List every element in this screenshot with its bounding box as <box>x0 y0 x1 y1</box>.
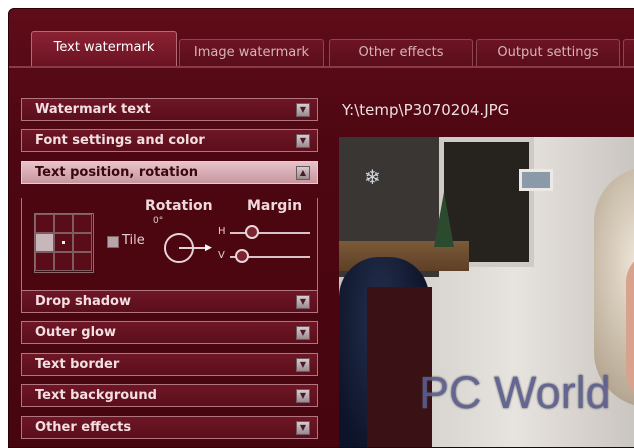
tile-label: Tile <box>122 233 145 248</box>
section-text-border[interactable]: Text border ▼ <box>21 353 318 376</box>
photo-face <box>626 252 634 402</box>
section-font-settings[interactable]: Font settings and color ▼ <box>21 129 318 152</box>
chevron-down-icon[interactable]: ▼ <box>296 389 310 403</box>
tab-output-settings[interactable]: Output settings <box>476 39 620 67</box>
margin-v-label: V <box>218 250 225 261</box>
text-position-panel: Tile Rotation 0° ▶ Margin H V <box>21 198 318 291</box>
position-top-center[interactable] <box>54 214 73 233</box>
chevron-down-icon[interactable]: ▼ <box>296 103 310 117</box>
position-bottom-left[interactable] <box>35 252 54 271</box>
margin-h-slider[interactable] <box>245 225 259 239</box>
tab-overflow[interactable] <box>623 39 634 67</box>
photo-frame <box>519 169 553 191</box>
position-center[interactable] <box>54 233 73 252</box>
section-other-effects[interactable]: Other effects ▼ <box>21 416 318 439</box>
section-text-background[interactable]: Text background ▼ <box>21 384 318 407</box>
margin-h-track[interactable] <box>230 232 310 234</box>
section-label: Watermark text <box>35 102 151 117</box>
chevron-down-icon[interactable]: ▼ <box>296 326 310 340</box>
preview-image[interactable]: ❄ PC World <box>339 137 634 447</box>
chevron-down-icon[interactable]: ▼ <box>296 134 310 148</box>
position-bottom-right[interactable] <box>73 252 92 271</box>
file-path: Y:\temp\P3070204.JPG <box>342 101 510 119</box>
chevron-down-icon[interactable]: ▼ <box>296 295 310 309</box>
section-label: Drop shadow <box>35 294 131 309</box>
app-window: Text watermark Image watermark Other eff… <box>8 8 634 448</box>
margin-title: Margin <box>247 198 303 214</box>
section-label: Text position, rotation <box>35 165 199 180</box>
snowflake-icon: ❄ <box>364 165 381 189</box>
arrow-right-icon: ▶ <box>205 243 212 253</box>
tab-image-watermark[interactable]: Image watermark <box>179 39 324 67</box>
watermark-text: PC World <box>419 367 611 418</box>
position-middle-right[interactable] <box>73 233 92 252</box>
tab-other-effects[interactable]: Other effects <box>329 39 473 67</box>
section-outer-glow[interactable]: Outer glow ▼ <box>21 321 318 344</box>
position-top-left[interactable] <box>35 214 54 233</box>
section-label: Font settings and color <box>35 133 205 148</box>
position-grid <box>34 213 94 273</box>
section-label: Outer glow <box>35 325 116 340</box>
section-watermark-text[interactable]: Watermark text ▼ <box>21 98 318 121</box>
tile-checkbox[interactable] <box>107 236 119 248</box>
photo-tree <box>434 192 454 247</box>
position-top-right[interactable] <box>73 214 92 233</box>
section-text-position[interactable]: Text position, rotation ▲ <box>21 161 318 184</box>
center-dot-icon <box>62 241 65 244</box>
section-drop-shadow[interactable]: Drop shadow ▼ <box>21 290 318 313</box>
tab-divider <box>9 66 634 68</box>
section-label: Text background <box>35 388 157 403</box>
rotation-title: Rotation <box>145 198 213 214</box>
position-bottom-center[interactable] <box>54 252 73 271</box>
margin-v-slider[interactable] <box>235 249 249 263</box>
rotation-value: 0° <box>153 216 164 226</box>
position-middle-left[interactable] <box>35 233 54 252</box>
tab-bar: Text watermark Image watermark Other eff… <box>9 9 634 68</box>
tab-text-watermark[interactable]: Text watermark <box>31 31 177 67</box>
margin-h-label: H <box>218 226 226 237</box>
chevron-down-icon[interactable]: ▼ <box>296 358 310 372</box>
section-label: Text border <box>35 357 120 372</box>
chevron-up-icon[interactable]: ▲ <box>296 166 310 180</box>
